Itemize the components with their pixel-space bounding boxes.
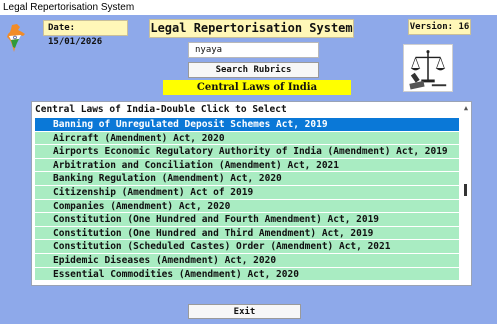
- list-header: Central Laws of India-Double Click to Se…: [35, 104, 287, 115]
- list-item[interactable]: Companies (Amendment) Act, 2020: [35, 199, 459, 214]
- list-item[interactable]: Citizenship (Amendment) Act of 2019: [35, 185, 459, 200]
- version-label: Version: 16: [408, 19, 471, 35]
- india-map-icon: [7, 24, 25, 52]
- scrollbar[interactable]: ▲: [461, 102, 471, 285]
- scroll-thumb[interactable]: [464, 184, 467, 196]
- list-item[interactable]: Airports Economic Regulatory Authority o…: [35, 145, 459, 159]
- window-title: Legal Repertorisation System: [0, 0, 497, 15]
- list-item[interactable]: Arbitration and Conciliation (Amendment)…: [35, 158, 459, 173]
- list-item[interactable]: Constitution (One Hundred and Fourth Ame…: [35, 213, 459, 227]
- list-item[interactable]: Constitution (One Hundred and Third Amen…: [35, 226, 459, 241]
- list-item[interactable]: Epidemic Diseases (Amendment) Act, 2020: [35, 253, 459, 268]
- laws-list[interactable]: Banning of Unregulated Deposit Schemes A…: [35, 118, 459, 282]
- exit-button[interactable]: Exit: [188, 304, 301, 319]
- search-input[interactable]: [188, 42, 319, 58]
- date-label: Date: 15/01/2026: [43, 20, 128, 47]
- list-item[interactable]: Constitution (Scheduled Castes) Order (A…: [35, 240, 459, 254]
- section-title: Central Laws of India: [163, 80, 351, 95]
- scales-of-justice-icon: [403, 44, 453, 92]
- app-title: Legal Repertorisation System: [149, 19, 354, 38]
- search-rubrics-button[interactable]: Search Rubrics: [188, 62, 319, 78]
- list-item[interactable]: Essential Commodities (Amendment) Act, 2…: [35, 267, 459, 282]
- list-item[interactable]: Banning of Unregulated Deposit Schemes A…: [35, 118, 459, 132]
- laws-list-panel[interactable]: Central Laws of India-Double Click to Se…: [31, 101, 472, 286]
- list-item[interactable]: Banking Regulation (Amendment) Act, 2020: [35, 172, 459, 186]
- scroll-up-icon[interactable]: ▲: [462, 104, 470, 112]
- list-item[interactable]: Aircraft (Amendment) Act, 2020: [35, 131, 459, 146]
